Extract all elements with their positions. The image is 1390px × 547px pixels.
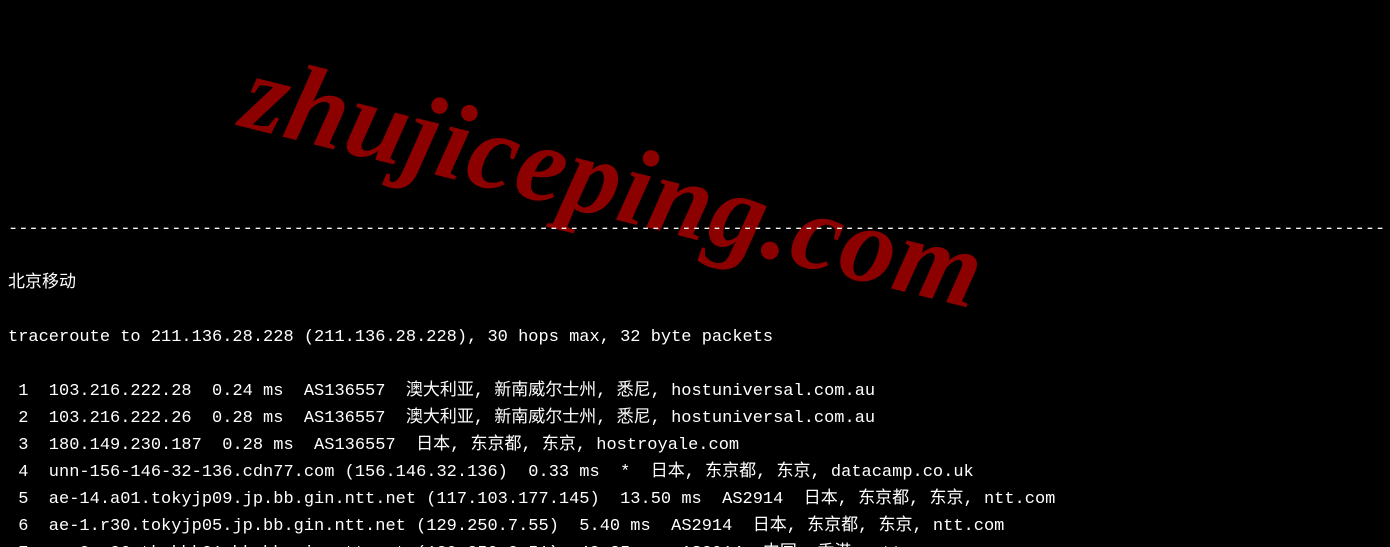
hop-line: 7 ae-2.r26.tkokhk01.hk.bb.gin.ntt.net (1… [8,540,1382,547]
hop-line: 2 103.216.222.26 0.28 ms AS136557 澳大利亚, … [8,405,1382,432]
hop-detail: 180.149.230.187 0.28 ms AS136557 日本, 东京都… [28,436,739,455]
hop-number: 1 [8,382,28,401]
hop-number: 3 [8,436,28,455]
hop-number: 4 [8,463,28,482]
hop-line: 4 unn-156-146-32-136.cdn77.com (156.146.… [8,459,1382,486]
hop-detail: unn-156-146-32-136.cdn77.com (156.146.32… [28,463,973,482]
hop-line: 1 103.216.222.28 0.24 ms AS136557 澳大利亚, … [8,378,1382,405]
traceroute-header-line: traceroute to 211.136.28.228 (211.136.28… [8,324,1382,351]
terminal-output: ----------------------------------------… [0,189,1390,547]
hop-number: 7 [8,544,28,547]
hop-detail: 103.216.222.28 0.24 ms AS136557 澳大利亚, 新南… [28,382,875,401]
hop-line: 6 ae-1.r30.tokyjp05.jp.bb.gin.ntt.net (1… [8,513,1382,540]
hop-detail: 103.216.222.26 0.28 ms AS136557 澳大利亚, 新南… [28,409,875,428]
separator-line: ----------------------------------------… [8,216,1382,243]
hop-detail: ae-2.r26.tkokhk01.hk.bb.gin.ntt.net (129… [28,544,943,547]
hop-number: 2 [8,409,28,428]
hop-line: 3 180.149.230.187 0.28 ms AS136557 日本, 东… [8,432,1382,459]
hop-detail: ae-14.a01.tokyjp09.jp.bb.gin.ntt.net (11… [28,490,1055,509]
hop-number: 5 [8,490,28,509]
hop-line: 5 ae-14.a01.tokyjp09.jp.bb.gin.ntt.net (… [8,486,1382,513]
heading-line: 北京移动 [8,270,1382,297]
